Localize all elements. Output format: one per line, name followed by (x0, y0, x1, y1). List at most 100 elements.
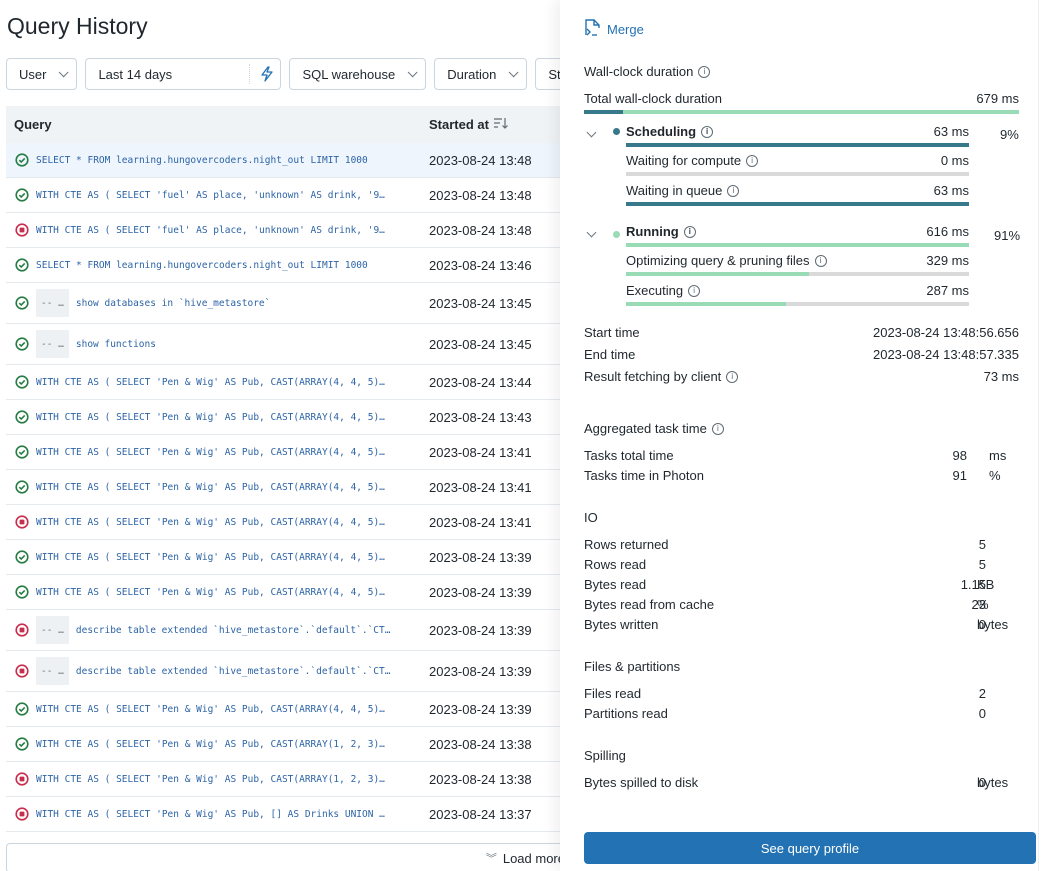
total-wall-clock-label: Total wall-clock duration (584, 91, 723, 106)
query-text[interactable]: WITH CTE AS ( SELECT 'fuel' AS place, 'u… (36, 225, 429, 236)
merge-label: Merge (607, 21, 644, 37)
table-row[interactable]: WITH CTE AS ( SELECT 'Pen & Wig' AS Pub,… (6, 435, 566, 470)
duration-filter[interactable]: Duration (434, 58, 528, 90)
query-text[interactable]: WITH CTE AS ( SELECT 'Pen & Wig' AS Pub,… (36, 412, 429, 423)
load-more-button[interactable]: ︾ Load more (6, 843, 566, 871)
failed-stop-icon (6, 623, 36, 637)
comment-badge: -- … (36, 330, 69, 358)
query-text[interactable]: SELECT * FROM learning.hungovercoders.ni… (36, 260, 429, 271)
table-row[interactable]: WITH CTE AS ( SELECT 'fuel' AS place, 'u… (6, 213, 566, 248)
table-row[interactable]: WITH CTE AS ( SELECT 'Pen & Wig' AS Pub,… (6, 575, 566, 610)
lightning-icon[interactable] (249, 64, 274, 84)
comment-badge: -- … (36, 616, 69, 644)
panel-scrollbar[interactable] (1038, 0, 1044, 871)
success-check-icon (6, 410, 36, 424)
info-icon[interactable]: i (701, 125, 714, 138)
table-row[interactable]: WITH CTE AS ( SELECT 'fuel' AS place, 'u… (6, 178, 566, 213)
waiting-compute-label: Waiting for compute (626, 153, 742, 168)
table-row[interactable]: WITH CTE AS ( SELECT 'Pen & Wig' AS Pub,… (6, 505, 566, 540)
metric-label: Partitions read (584, 706, 668, 721)
sort-descending-icon[interactable] (493, 116, 509, 133)
executing-bar-fill (626, 302, 786, 306)
started-at-cell: 2023-08-24 13:38 (429, 736, 532, 752)
query-text[interactable]: -- … show databases in `hive_metastore` (36, 289, 429, 317)
tasks-total-time-unit: ms (989, 448, 1007, 463)
query-text[interactable]: WITH CTE AS ( SELECT 'fuel' AS place, 'u… (36, 190, 429, 201)
warehouse-filter[interactable]: SQL warehouse (289, 58, 427, 90)
query-text[interactable]: WITH CTE AS ( SELECT 'Pen & Wig' AS Pub,… (36, 482, 429, 493)
success-check-icon (6, 188, 36, 202)
table-row[interactable]: WITH CTE AS ( SELECT 'Pen & Wig' AS Pub,… (6, 470, 566, 505)
running-row: Running i 616 ms (626, 224, 969, 239)
query-text[interactable]: -- … describe table extended `hive_metast… (36, 657, 429, 685)
executing-value: 287 ms (926, 283, 969, 298)
merge-link[interactable]: Merge (584, 18, 644, 40)
info-icon[interactable]: i (726, 370, 739, 383)
date-range-filter[interactable]: Last 14 days (85, 58, 282, 90)
table-row[interactable]: -- … show databases in `hive_metastore` 20… (6, 283, 566, 324)
query-text[interactable]: WITH CTE AS ( SELECT 'Pen & Wig' AS Pub,… (36, 377, 429, 388)
user-filter[interactable]: User (6, 58, 78, 90)
metric-row: Bytes spilled to disk 0 bytes (584, 775, 1019, 790)
info-icon[interactable]: i (814, 254, 827, 267)
status-filter-label: St (548, 66, 561, 82)
query-snippet: WITH CTE AS ( SELECT 'Pen & Wig' AS Pub,… (36, 773, 385, 785)
query-snippet: describe table extended `hive_metastore`… (75, 665, 391, 677)
total-duration-bar (584, 110, 1019, 114)
column-header-query[interactable]: Query (6, 117, 429, 132)
end-time-label: End time (584, 347, 636, 362)
collapse-running-icon[interactable] (586, 227, 597, 238)
table-row[interactable]: WITH CTE AS ( SELECT 'Pen & Wig' AS Pub,… (6, 400, 566, 435)
info-icon[interactable]: i (727, 184, 740, 197)
info-icon[interactable]: i (698, 65, 711, 78)
query-text[interactable]: WITH CTE AS ( SELECT 'Pen & Wig' AS Pub,… (36, 552, 429, 563)
started-at-cell: 2023-08-24 13:46 (429, 257, 532, 273)
metric-unit: KB (977, 577, 995, 592)
success-check-icon (6, 153, 36, 167)
info-icon[interactable]: i (746, 154, 759, 167)
info-icon[interactable]: i (711, 422, 724, 435)
query-text[interactable]: -- … describe table extended `hive_metast… (36, 616, 429, 644)
see-query-profile-button[interactable]: See query profile (584, 832, 1036, 864)
table-row[interactable]: WITH CTE AS ( SELECT 'Pen & Wig' AS Pub,… (6, 692, 566, 727)
optimizing-row: Optimizing query & pruning files i 329 m… (626, 253, 969, 268)
table-row[interactable]: WITH CTE AS ( SELECT 'Pen & Wig' AS Pub,… (6, 540, 566, 575)
collapse-scheduling-icon[interactable] (586, 127, 597, 138)
query-text[interactable]: WITH CTE AS ( SELECT 'Pen & Wig' AS Pub,… (36, 704, 429, 715)
info-icon[interactable]: i (683, 225, 696, 238)
aggregated-task-title-text: Aggregated task time (584, 421, 707, 436)
metric-row: Bytes read from cache 23% (584, 597, 1019, 612)
table-row[interactable]: SELECT * FROM learning.hungovercoders.ni… (6, 248, 566, 283)
started-at-label: Started at (429, 117, 489, 132)
column-header-started-at[interactable]: Started at (429, 116, 509, 133)
waiting-queue-value: 63 ms (933, 183, 969, 198)
query-snippet: WITH CTE AS ( SELECT 'Pen & Wig' AS Pub,… (36, 703, 385, 715)
query-text[interactable]: WITH CTE AS ( SELECT 'Pen & Wig' AS Pub,… (36, 739, 429, 750)
waiting-compute-bar (626, 172, 969, 176)
table-row[interactable]: -- … show functions 2023-08-24 13:45 (6, 324, 566, 365)
query-text[interactable]: WITH CTE AS ( SELECT 'Pen & Wig' AS Pub,… (36, 774, 429, 785)
info-icon[interactable]: i (688, 284, 701, 297)
table-row[interactable]: WITH CTE AS ( SELECT 'Pen & Wig' AS Pub,… (6, 365, 566, 400)
query-snippet: show databases in `hive_metastore` (75, 297, 271, 309)
table-row[interactable]: WITH CTE AS ( SELECT 'Pen & Wig' AS Pub,… (6, 727, 566, 762)
metric-label: Bytes read (584, 577, 647, 592)
table-row[interactable]: -- … describe table extended `hive_metast… (6, 651, 566, 692)
table-row[interactable]: -- … describe table extended `hive_metast… (6, 610, 566, 651)
metric-row: Rows returned 5 (584, 537, 1019, 552)
scheduling-row: Scheduling i 63 ms (626, 124, 969, 139)
success-check-icon (6, 445, 36, 459)
table-row[interactable]: SELECT * FROM learning.hungovercoders.ni… (6, 143, 566, 178)
wall-clock-title: Wall-clock duration i (584, 64, 711, 79)
table-row[interactable]: WITH CTE AS ( SELECT 'Pen & Wig' AS Pub,… (6, 762, 566, 797)
query-text[interactable]: WITH CTE AS ( SELECT 'Pen & Wig' AS Pub,… (36, 517, 429, 528)
table-row[interactable]: WITH CTE AS ( SELECT 'Pen & Wig' AS Pub,… (6, 797, 566, 832)
scheduling-value: 63 ms (933, 124, 969, 139)
query-text[interactable]: WITH CTE AS ( SELECT 'Pen & Wig' AS Pub,… (36, 587, 429, 598)
query-text[interactable]: WITH CTE AS ( SELECT 'Pen & Wig' AS Pub,… (36, 809, 429, 820)
comment-badge: -- … (36, 289, 69, 317)
date-range-label: Last 14 days (98, 66, 173, 82)
query-text[interactable]: WITH CTE AS ( SELECT 'Pen & Wig' AS Pub,… (36, 447, 429, 458)
query-text[interactable]: -- … show functions (36, 330, 429, 358)
query-text[interactable]: SELECT * FROM learning.hungovercoders.ni… (36, 155, 429, 166)
